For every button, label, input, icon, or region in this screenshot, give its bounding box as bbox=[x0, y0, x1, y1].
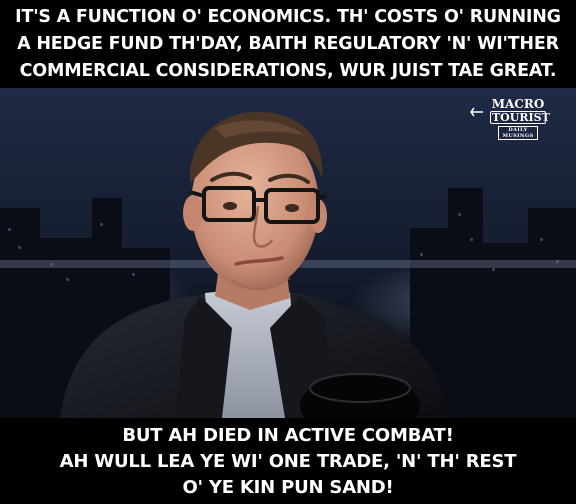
macro-tourist-logo: MACRO TOURIST DAILY MUSINGS bbox=[470, 97, 554, 140]
arrow-icon bbox=[470, 107, 483, 117]
meme-image: IT'S A FUNCTION O' ECONOMICS. TH' COSTS … bbox=[0, 0, 576, 504]
bottom-caption: BUT AH DIED IN ACTIVE COMBAT! AH WULL LE… bbox=[0, 418, 576, 504]
eye bbox=[285, 204, 299, 212]
top-caption-line: A HEDGE FUND TH'DAY, BAITH REGULATORY 'N… bbox=[17, 34, 559, 54]
logo-line: DAILY MUSINGS bbox=[498, 126, 538, 140]
bottom-caption-line: AH WULL LEA YE WI' ONE TRADE, 'N' TH' RE… bbox=[59, 451, 517, 472]
top-caption-line: COMMERCIAL CONSIDERATIONS, WUR JUIST TAE… bbox=[19, 61, 557, 81]
eye bbox=[223, 202, 237, 210]
top-caption: IT'S A FUNCTION O' ECONOMICS. TH' COSTS … bbox=[0, 0, 576, 88]
logo-line: MACRO bbox=[491, 97, 545, 111]
bottom-caption-line: O' YE KIN PUN SAND! bbox=[182, 477, 394, 498]
logo-line: TOURIST bbox=[490, 111, 550, 124]
ear bbox=[183, 195, 203, 231]
top-caption-line: IT'S A FUNCTION O' ECONOMICS. TH' COSTS … bbox=[15, 7, 561, 27]
bottom-caption-line: BUT AH DIED IN ACTIVE COMBAT! bbox=[122, 425, 454, 446]
